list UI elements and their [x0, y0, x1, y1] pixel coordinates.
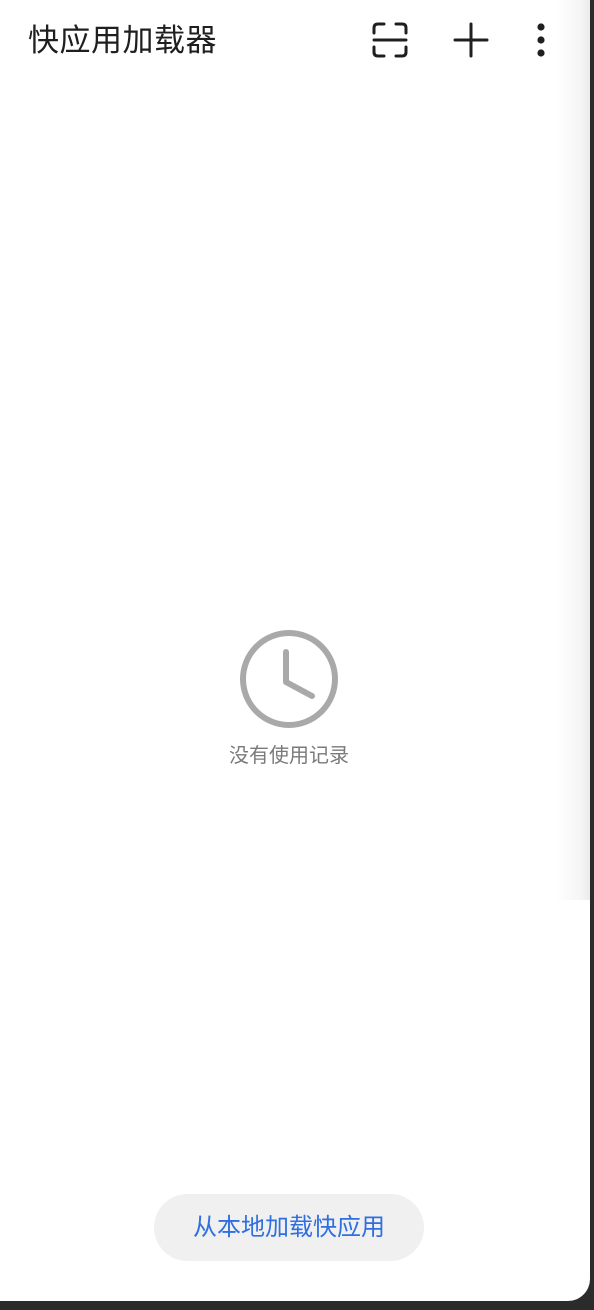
- page-title: 快应用加载器: [28, 23, 217, 59]
- plus-icon: [451, 20, 491, 60]
- more-options-button[interactable]: [517, 16, 565, 64]
- clock-icon: [238, 628, 340, 730]
- empty-state-message: 没有使用记录: [229, 743, 349, 767]
- screen: 快应用加载器 没有使用记录 从本地加载快应用: [0, 0, 594, 1310]
- app-window: 快应用加载器 没有使用记录 从本地加载快应用: [0, 0, 590, 1301]
- scan-icon: [370, 20, 410, 60]
- scan-button[interactable]: [366, 16, 414, 64]
- top-app-bar: 快应用加载器: [0, 0, 590, 84]
- more-vertical-icon: [535, 20, 547, 60]
- load-local-quick-app-button[interactable]: 从本地加载快应用: [154, 1194, 424, 1261]
- add-button[interactable]: [447, 16, 495, 64]
